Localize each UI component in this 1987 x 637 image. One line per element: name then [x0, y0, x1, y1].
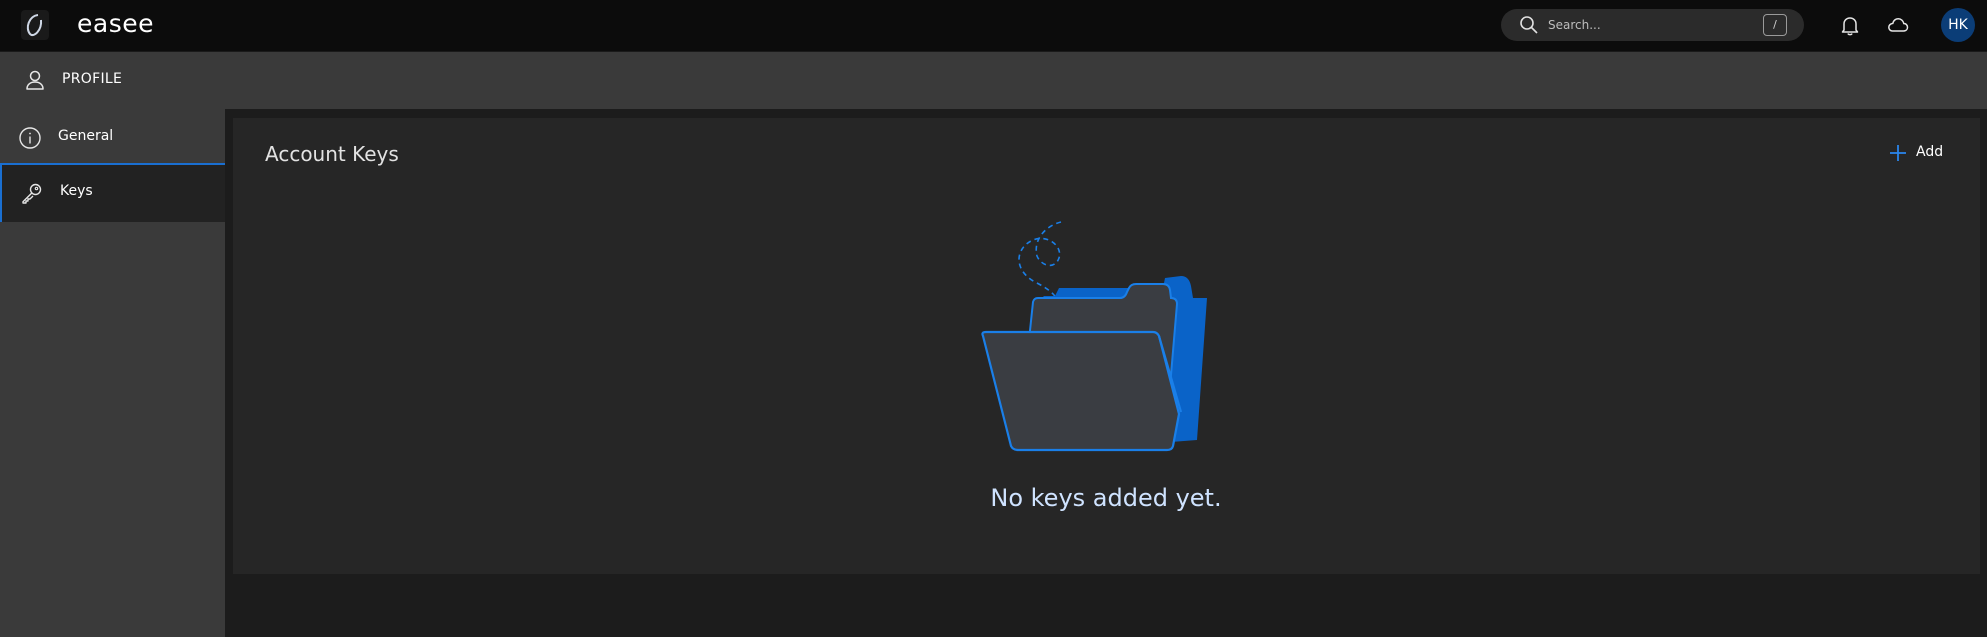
brand-wordmark[interactable]: easee	[77, 9, 154, 38]
bell-icon[interactable]	[1838, 13, 1862, 37]
sidebar-item-general[interactable]: General	[0, 110, 225, 165]
search-input[interactable]	[1548, 14, 1748, 36]
profile-header: PROFILE	[0, 52, 1987, 109]
sidebar-item-keys[interactable]: Keys	[0, 165, 225, 222]
sidebar-item-label: General	[58, 128, 114, 144]
info-icon	[19, 127, 41, 149]
search-bar[interactable]: /	[1501, 9, 1804, 41]
search-icon	[1520, 16, 1538, 34]
profile-section-label: PROFILE	[62, 71, 123, 87]
plus-icon	[1890, 145, 1906, 161]
page-title: Account Keys	[265, 142, 399, 166]
user-avatar[interactable]: HK	[1941, 8, 1975, 42]
top-bar: easee / HK	[0, 0, 1987, 52]
brand-logo-icon[interactable]	[21, 10, 49, 40]
empty-folder-icon	[981, 221, 1207, 452]
sidebar-item-label: Keys	[60, 183, 93, 199]
search-shortcut-key: /	[1763, 14, 1787, 36]
user-icon	[26, 70, 44, 90]
add-key-button[interactable]: Add	[1889, 141, 1959, 165]
key-icon	[22, 183, 42, 204]
cloud-icon[interactable]	[1886, 13, 1910, 37]
empty-state-message: No keys added yet.	[990, 484, 1222, 512]
add-key-label: Add	[1916, 144, 1944, 160]
